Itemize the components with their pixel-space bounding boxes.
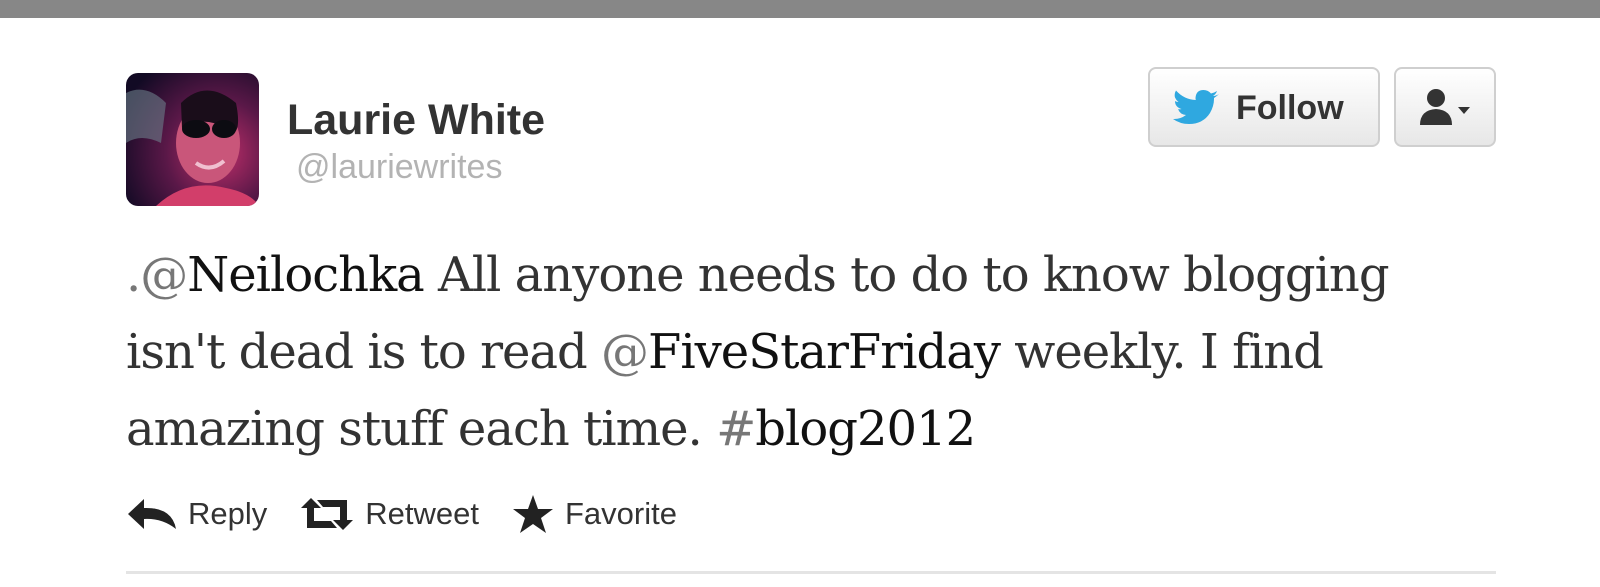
retweet-icon (301, 498, 354, 530)
mention-neilochka[interactable]: Neilochka (187, 247, 425, 303)
divider (126, 571, 1496, 574)
favorite-label: Favorite (565, 496, 677, 531)
avatar[interactable] (126, 73, 259, 206)
twitter-bird-icon (1172, 89, 1220, 127)
mention-at-symbol: @ (601, 324, 649, 380)
screen-name[interactable]: @lauriewrites (296, 145, 502, 189)
display-name[interactable]: Laurie White (287, 92, 545, 148)
tweet-actions: Reply Retweet Favorite (126, 490, 709, 538)
reply-label: Reply (188, 496, 268, 531)
reply-icon (128, 499, 176, 529)
retweet-label: Retweet (365, 496, 479, 531)
follow-label: Follow (1236, 89, 1344, 127)
top-bar (0, 0, 1600, 18)
follow-button[interactable]: Follow (1148, 67, 1380, 147)
reply-button[interactable]: Reply (126, 495, 267, 533)
user-menu-button[interactable] (1394, 67, 1496, 147)
tweet-text: .@Neilochka All anyone needs to do to kn… (126, 237, 1496, 468)
hashtag-blog2012[interactable]: blog2012 (755, 401, 976, 457)
tweet-text-prefix: .@ (126, 247, 188, 303)
favorite-button[interactable]: Favorite (511, 493, 677, 535)
retweet-button[interactable]: Retweet (299, 495, 479, 533)
hashtag-symbol: # (716, 401, 756, 457)
star-icon (513, 495, 553, 533)
mention-fivestarfriday[interactable]: FiveStarFriday (648, 324, 1001, 380)
user-dropdown-icon (1420, 89, 1470, 125)
